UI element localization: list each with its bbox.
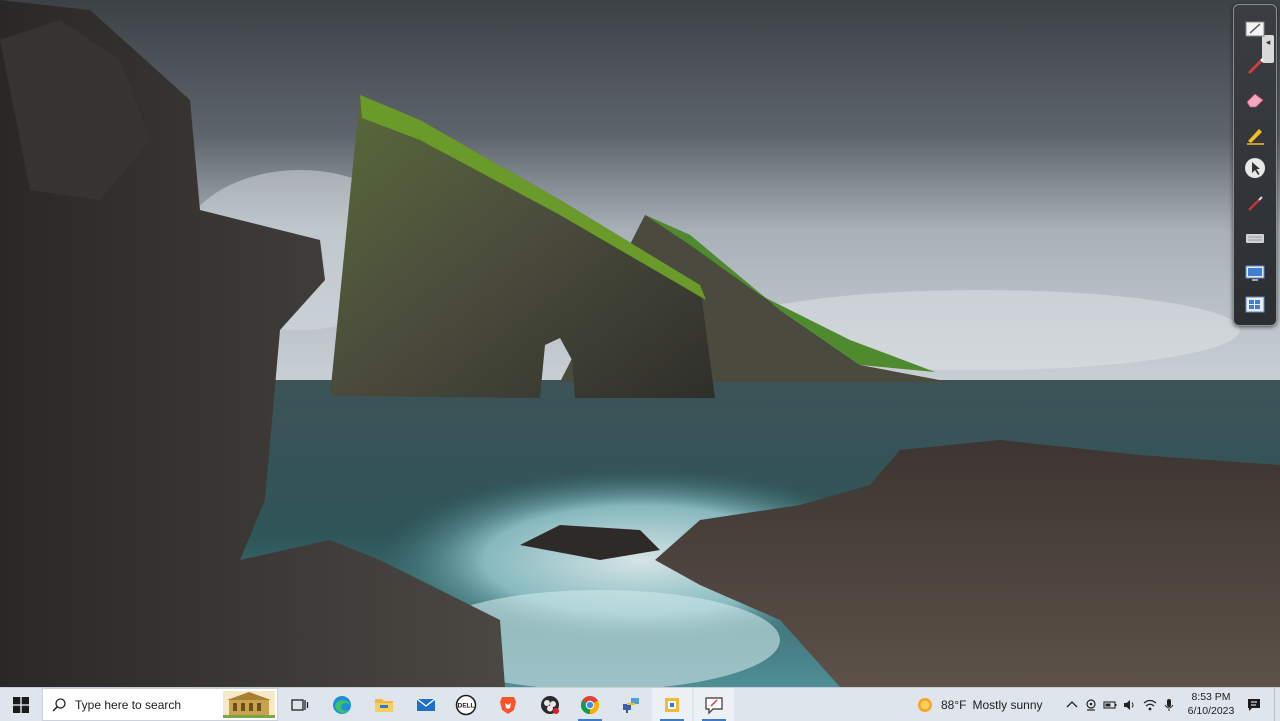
edge-button[interactable] [322, 688, 362, 721]
notification-icon [1248, 698, 1260, 711]
brush-icon[interactable] [1243, 191, 1267, 215]
search-placeholder: Type here to search [75, 697, 182, 712]
chevron-up-icon [1066, 700, 1078, 707]
mail-icon [416, 697, 436, 711]
dell-button[interactable]: DELL [446, 688, 486, 721]
highlighter-icon[interactable] [1243, 122, 1267, 146]
pointer-icon[interactable] [1243, 156, 1267, 180]
clock-date: 6/10/2023 [1187, 705, 1235, 717]
clock[interactable]: 8:53 PM 6/10/2023 [1182, 690, 1240, 718]
microphone-icon [1164, 698, 1174, 711]
app-icon [665, 697, 679, 712]
network-button[interactable] [1140, 688, 1160, 721]
screen-icon[interactable] [1243, 261, 1267, 285]
app-button[interactable] [652, 688, 692, 721]
task-view-button[interactable] [280, 688, 320, 721]
microphone-button[interactable] [1159, 688, 1179, 721]
weather-widget[interactable]: 88°F Mostly sunny [916, 688, 1043, 721]
dell-icon: DELL [455, 694, 477, 715]
whiteboard-icon[interactable] [1243, 17, 1267, 41]
speaker-icon [1124, 699, 1134, 710]
clock-time: 8:53 PM [1191, 691, 1231, 703]
mail-button[interactable] [406, 688, 446, 721]
battery-button[interactable] [1100, 688, 1120, 721]
obs-icon [541, 695, 559, 714]
eraser-icon[interactable] [1243, 87, 1267, 111]
search-box[interactable]: Type here to search [42, 688, 278, 721]
sketch-icon [705, 696, 723, 714]
network-app-button[interactable] [611, 688, 651, 721]
weather-temperature: 88°F [941, 697, 967, 712]
windows-icon[interactable] [1243, 293, 1267, 317]
meet-now-button[interactable] [1081, 688, 1101, 721]
volume-button[interactable] [1119, 688, 1139, 721]
sketch-button[interactable] [694, 688, 734, 721]
obs-button[interactable] [530, 688, 570, 721]
network-app-icon [623, 697, 639, 713]
brave-icon [500, 696, 516, 714]
webcam-icon [1086, 698, 1096, 711]
weather-condition: Mostly sunny [972, 697, 1043, 712]
search-highlight-image [223, 691, 275, 718]
chrome-button[interactable] [570, 688, 610, 721]
search-icon [52, 697, 66, 712]
svg-text:DELL: DELL [458, 702, 475, 709]
edge-icon [333, 695, 351, 714]
battery-icon [1103, 700, 1117, 709]
keyboard-icon[interactable] [1243, 226, 1267, 250]
file-explorer-button[interactable] [364, 688, 404, 721]
taskbar: Type here to search DELL 88°F Mostly sun… [0, 687, 1280, 721]
start-button[interactable] [0, 688, 42, 721]
folder-icon [375, 698, 393, 712]
pen-toolbar: ◂ [1233, 4, 1277, 326]
chrome-icon [580, 695, 600, 714]
desktop [0, 0, 1280, 687]
notification-center-button[interactable] [1242, 688, 1266, 721]
pen-icon[interactable] [1243, 53, 1267, 77]
show-desktop-button[interactable] [1274, 688, 1280, 721]
brave-button[interactable] [488, 688, 528, 721]
sun-icon [918, 697, 932, 712]
task-view-icon [291, 698, 309, 711]
show-hidden-icons-button[interactable] [1062, 688, 1082, 721]
wallpaper-image [0, 0, 1280, 687]
windows-logo-icon [13, 696, 29, 713]
wifi-icon [1143, 699, 1157, 710]
